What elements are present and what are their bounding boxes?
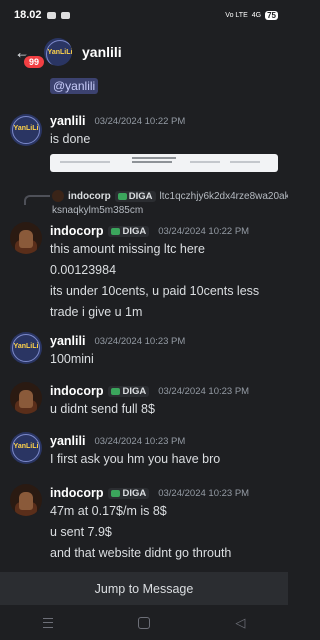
- user-avatar[interactable]: YanLiLi: [10, 332, 42, 364]
- author-name[interactable]: yanlili: [50, 334, 85, 348]
- reply-preview[interactable]: indocorp DIGA ltc1qczhjy6k2dx4rze8wa20ak…: [52, 190, 288, 202]
- diga-tag-icon: [111, 227, 121, 235]
- timestamp: 03/24/2024 10:23 PM: [94, 435, 186, 447]
- message-text: trade i give u 1m: [50, 305, 143, 319]
- diga-tag-icon: [117, 192, 127, 200]
- notification-icon: [46, 11, 56, 19]
- message-list[interactable]: @yanlili YanLiLi yanlili 03/24/2024 10:22…: [0, 74, 288, 572]
- message-text: 100mini: [50, 352, 94, 366]
- volte-label: Vo LTE: [225, 11, 248, 19]
- avatar-logo: YanLiLi: [13, 125, 39, 132]
- message-text: is done: [50, 132, 91, 146]
- channel-header: ← 99 YanLiLi yanlili: [0, 30, 288, 74]
- guild-tag: DIGA: [108, 225, 150, 237]
- timestamp: 03/24/2024 10:23 PM: [158, 487, 250, 499]
- notification-icon: [60, 11, 70, 19]
- author-name[interactable]: yanlili: [50, 114, 85, 128]
- message-text: I first ask you hm you have bro: [50, 452, 221, 466]
- avatar-logo: YanLiLi: [13, 343, 39, 350]
- system-nav-bar: ◁: [0, 605, 288, 640]
- unread-badge: 99: [22, 54, 47, 70]
- author-name[interactable]: indocorp: [50, 384, 103, 398]
- user-mention[interactable]: @yanlili: [50, 78, 99, 94]
- user-avatar[interactable]: [10, 484, 42, 516]
- author-name[interactable]: indocorp: [50, 224, 103, 238]
- timestamp: 03/24/2024 10:23 PM: [94, 335, 186, 347]
- message-text: its under 10cents, u paid 10cents less: [50, 284, 260, 298]
- reply-text: ltc1qczhjy6k2dx4rze8wa20akr: [159, 190, 288, 202]
- page-title[interactable]: yanlili: [82, 44, 122, 60]
- message-text: this amount missing ltc here: [50, 242, 205, 256]
- author-name[interactable]: indocorp: [50, 486, 103, 500]
- reply-text: ksnaqkylm5m385cm: [52, 205, 144, 216]
- message-text: 0.00123984: [50, 263, 117, 277]
- status-bar: 18.02 Vo LTE 4G 75: [0, 0, 288, 30]
- user-avatar[interactable]: [10, 382, 42, 414]
- header-avatar[interactable]: YanLiLi: [44, 38, 72, 66]
- guild-tag: DIGA: [114, 190, 156, 202]
- diga-tag-icon: [111, 489, 121, 497]
- recent-apps-icon[interactable]: [42, 617, 53, 628]
- timestamp: 03/24/2024 10:22 PM: [158, 225, 250, 237]
- network-label: 4G: [251, 11, 262, 19]
- timestamp: 03/24/2024 10:23 PM: [158, 385, 250, 397]
- user-avatar[interactable]: YanLiLi: [10, 114, 42, 146]
- message-text: u didnt send full 8$: [50, 402, 155, 416]
- battery-icon: 75: [265, 10, 278, 20]
- image-attachment[interactable]: [50, 154, 278, 172]
- message-text: u sent 7.9$: [50, 525, 112, 539]
- reply-author: indocorp: [68, 190, 111, 202]
- user-avatar[interactable]: [10, 222, 42, 254]
- message-text: and that website didnt go throuth: [50, 546, 232, 560]
- reply-connector: [24, 195, 50, 205]
- back-triangle-icon[interactable]: ◁: [235, 615, 245, 631]
- avatar-logo: YanLiLi: [47, 49, 72, 56]
- status-time: 18.02: [14, 9, 42, 21]
- avatar-logo: YanLiLi: [13, 443, 39, 450]
- reply-avatar: [52, 190, 64, 202]
- diga-tag-icon: [111, 387, 121, 395]
- user-avatar[interactable]: YanLiLi: [10, 432, 42, 464]
- guild-tag: DIGA: [108, 487, 150, 499]
- message-text: 47m at 0.17$/m is 8$: [50, 504, 167, 518]
- timestamp: 03/24/2024 10:22 PM: [94, 115, 186, 127]
- author-name[interactable]: yanlili: [50, 434, 85, 448]
- home-icon[interactable]: [137, 616, 150, 629]
- guild-tag: DIGA: [108, 385, 150, 397]
- jump-to-message-button[interactable]: Jump to Message: [0, 572, 288, 605]
